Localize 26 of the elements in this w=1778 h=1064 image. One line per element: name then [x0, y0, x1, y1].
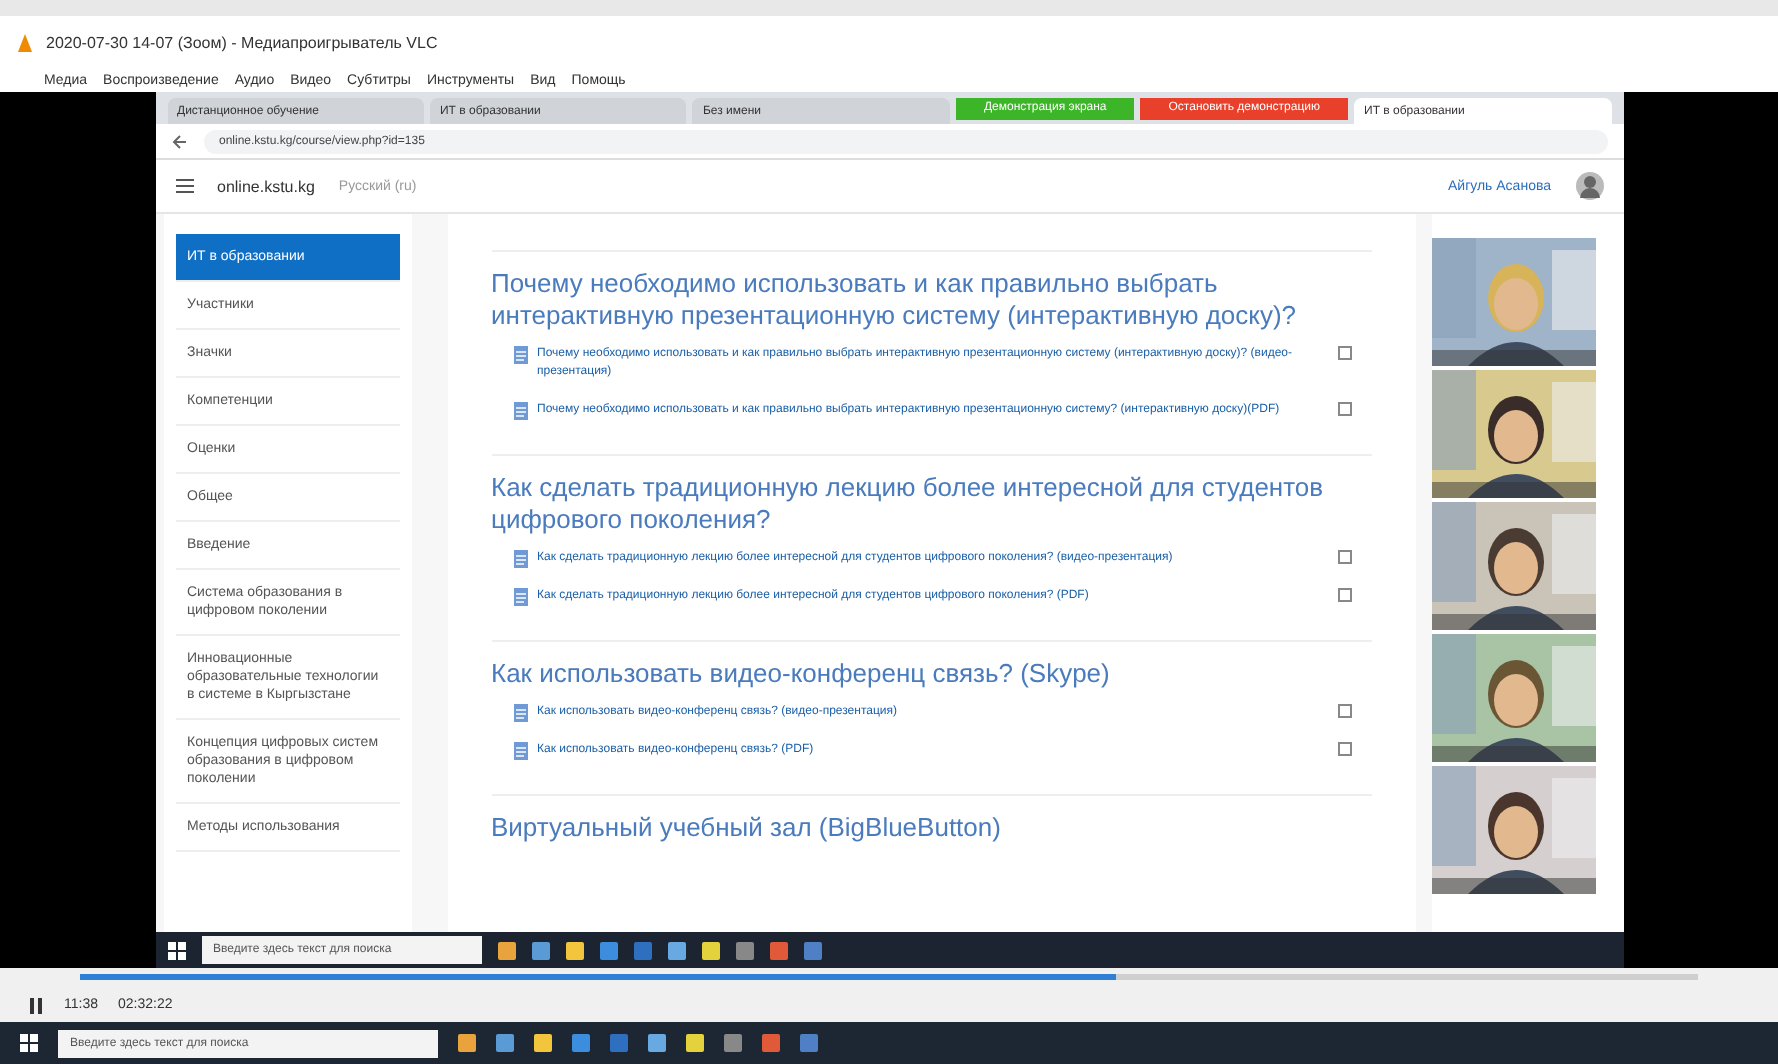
document-icon [511, 346, 529, 364]
menu-icon[interactable] [175, 178, 193, 194]
windows-icon[interactable] [20, 1034, 38, 1052]
windows-icon[interactable] [167, 941, 185, 959]
checkbox-icon[interactable] [1337, 742, 1351, 756]
checkbox-icon[interactable] [1337, 704, 1351, 718]
document-icon [511, 588, 529, 606]
window-title: 2020-07-30 14-07 (Зоом) - Медиапроигрыватель VLC [46, 33, 438, 51]
cone-icon [16, 33, 34, 51]
site-name[interactable]: online.kstu.kg [217, 177, 315, 195]
checkbox-icon[interactable] [1337, 402, 1351, 416]
document-icon [511, 550, 529, 568]
section-title: Как сделать традиционную лекцию более интересной для студентов цифрового поколения? [491, 472, 1326, 536]
avatar-icon[interactable] [1575, 172, 1603, 200]
checkbox-icon[interactable] [1337, 346, 1351, 360]
checkbox-icon[interactable] [1337, 588, 1351, 602]
section-title: Виртуальный учебный зал (BigBlueButton) [491, 812, 1003, 844]
document-icon [511, 742, 529, 760]
document-icon [511, 704, 529, 722]
section-title: Как использовать видео-конференц связь? (Skype) [491, 658, 1112, 690]
seek-bar[interactable] [80, 974, 1698, 980]
section-title: Почему необходимо использовать и как правильно выбрать интерактивную презентационную систему (интерактивную доску)? [491, 268, 1299, 332]
pause-icon[interactable] [28, 997, 44, 1013]
document-icon [511, 402, 529, 420]
back-icon[interactable] [171, 133, 187, 149]
checkbox-icon[interactable] [1337, 550, 1351, 564]
